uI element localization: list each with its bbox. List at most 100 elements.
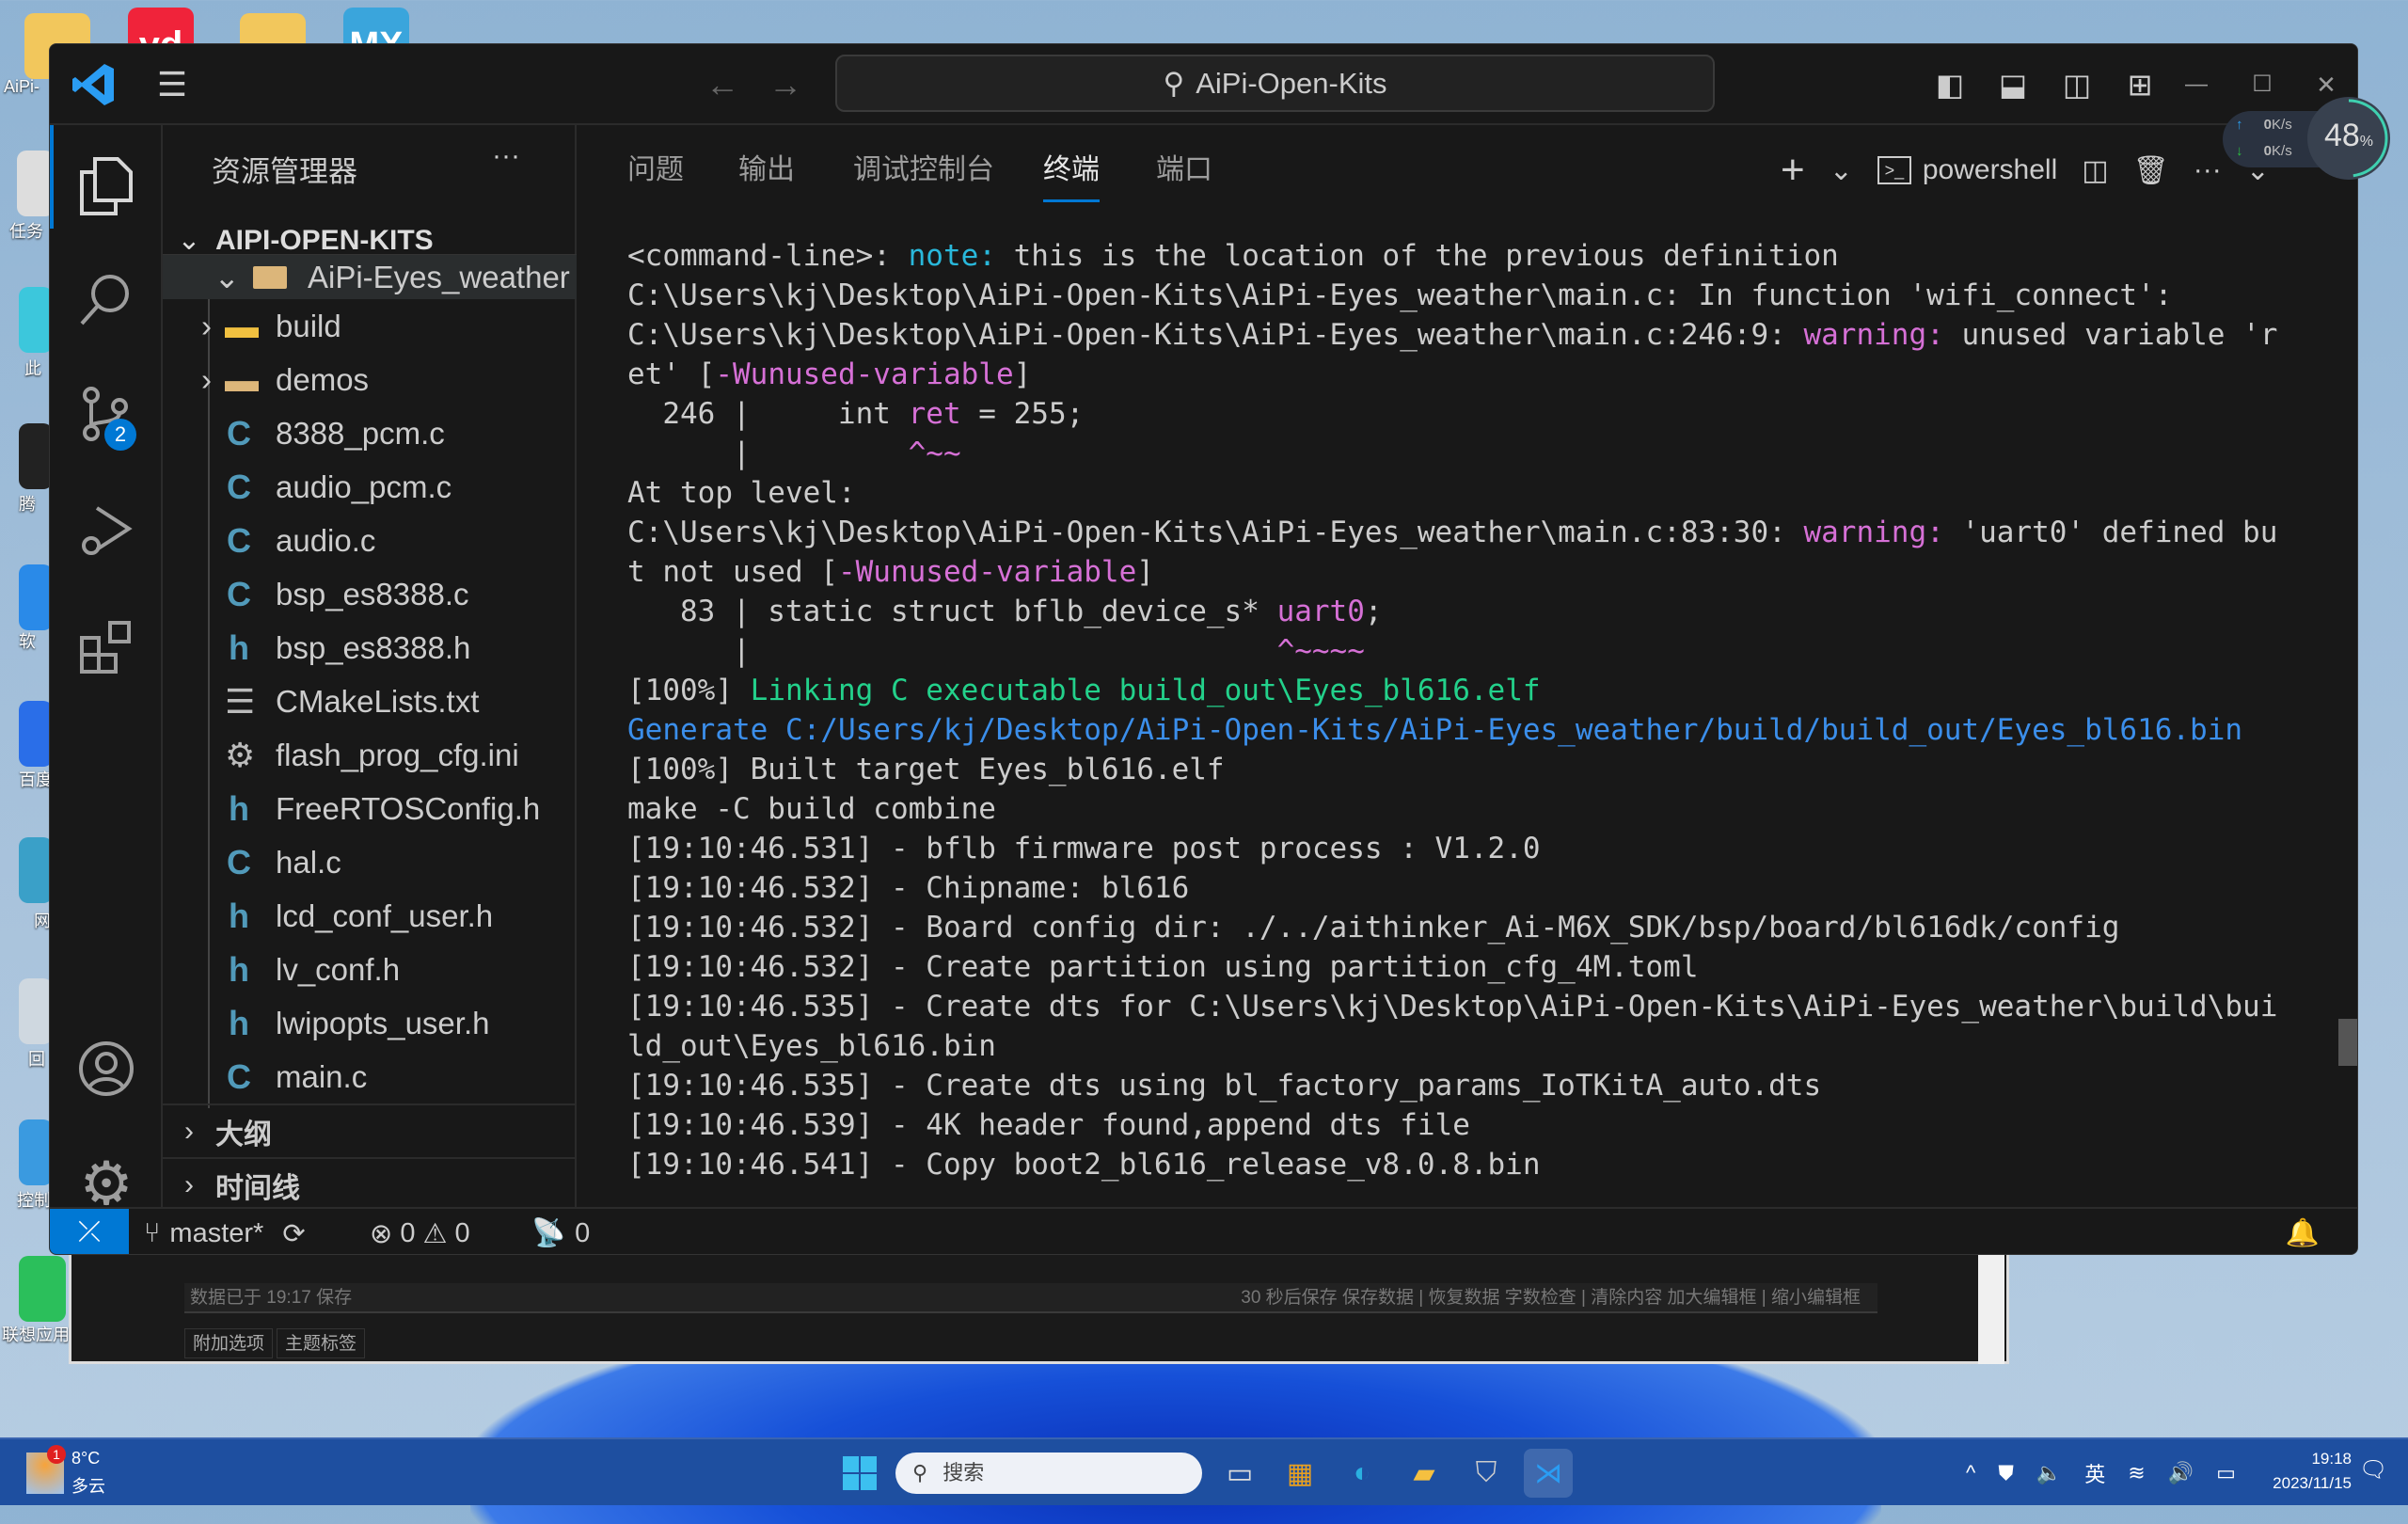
vscode-taskbar-icon[interactable]: ⋊ [1524,1449,1573,1498]
search-icon[interactable] [50,247,163,351]
remote-indicator-icon[interactable]: ⤫ [50,1209,129,1254]
file-item[interactable]: C 8388_pcm.c [163,406,577,460]
lenovo-app-icon[interactable] [19,1256,66,1322]
edge-icon[interactable]: ◐ [1338,1449,1386,1498]
branch-indicator[interactable]: ⑂ master* ⟳ [144,1209,306,1254]
terminal-line: <command-line>: note: this is the locati… [627,236,2277,276]
account-icon[interactable] [50,1017,163,1120]
back-arrow-icon[interactable]: ← [694,44,751,125]
customize-layout-icon[interactable]: ⊞ [2116,44,2163,125]
security-icon[interactable]: ⛊ [1998,1461,2014,1485]
more-actions-icon[interactable]: ··· [2194,154,2222,186]
chevron-right-icon: › [184,1115,194,1147]
source-control-icon[interactable]: 2 [50,362,163,466]
file-item[interactable]: Cmain.c [163,1050,577,1103]
timeline-section[interactable]: › 时间线 [163,1157,577,1211]
file-item[interactable]: h FreeRTOSConfig.h [163,782,577,835]
split-terminal-icon[interactable]: ◫ [2082,154,2108,187]
file-item[interactable]: › ▬ build [163,299,577,353]
tab-ports[interactable]: 端口 [1156,125,1212,215]
notifications-bell-icon[interactable]: 🔔 [2286,1209,2320,1254]
file-item[interactable]: Cbsp_es8388.c [163,567,577,621]
volume-muted-icon[interactable]: 🔈 [2036,1461,2062,1485]
c-file-icon: C [227,842,251,881]
terminal-text: 246 | int [627,397,909,431]
file-item[interactable]: Caudio_pcm.c [163,460,577,514]
task-view-icon[interactable]: ▭ [1215,1449,1264,1498]
chevron-up-icon[interactable]: ^ [1966,1461,1975,1485]
volume-icon[interactable]: 🔊 [2168,1461,2194,1485]
software-icon[interactable] [19,564,53,630]
run-debug-icon[interactable] [50,479,163,582]
editor-actions[interactable]: 30 秒后保存 保存数据 | 恢复数据 字数检查 | 清除内容 加大编辑框 | … [1241,1283,1861,1313]
network-icon[interactable] [19,837,53,903]
menu-icon[interactable]: ☰ [144,44,200,125]
toggle-sidebar-icon[interactable]: ◧ [1926,44,1973,125]
command-center-search[interactable]: ⚲ AiPi-Open-Kits [835,55,1715,112]
explorer-icon[interactable] [50,135,163,238]
new-terminal-icon[interactable]: + [1781,147,1805,194]
trash-icon[interactable]: 🗑 [2133,154,2169,187]
minimize-icon[interactable]: — [2178,44,2215,125]
desktop-icon-label: AiPi- [4,77,40,96]
toggle-secondary-sidebar-icon[interactable]: ◫ [2053,44,2100,125]
terminal-output[interactable]: <command-line>: note: this is the locati… [627,236,2277,1184]
terminal-text: ret [908,397,961,431]
wifi-icon[interactable]: ≋ [2128,1461,2145,1485]
terminal-shell-selector[interactable]: >_ powershell [1877,154,2057,186]
terminal-scrollbar-thumb[interactable] [2338,1019,2357,1066]
sync-icon[interactable]: ⟳ [282,1217,305,1250]
terminal-text: make -C build combine [627,792,996,826]
file-item[interactable]: h lcd_conf_user.h [163,889,577,943]
editor-save-bar: 数据已于 19:17 保存 30 秒后保存 保存数据 | 恢复数据 字数检查 |… [184,1283,1877,1313]
recycle-bin-icon[interactable] [19,978,53,1044]
tab-debug-console[interactable]: 调试控制台 [853,125,994,215]
file-item[interactable]: Caudio.c [163,514,577,567]
outline-section[interactable]: › 大纲 [163,1103,577,1157]
terminal-text: -Wunused-variable [715,357,1014,391]
terminal-line: 83 | static struct bflb_device_s* uart0; [627,592,2277,631]
store-icon[interactable]: ▦ [1275,1449,1324,1498]
ports-indicator[interactable]: 📡 0 [531,1209,590,1254]
toggle-panel-icon[interactable]: ⬓ [1989,44,2036,125]
file-item[interactable]: h lv_conf.h [163,943,577,996]
file-item[interactable]: Chal.c [163,835,577,889]
start-windows-icon[interactable] [835,1449,884,1498]
search-placeholder: 搜索 [943,1461,985,1484]
terminal-text: ^~~ [908,437,961,470]
qq-icon[interactable] [19,423,53,489]
folder-aipi-eyes-weather[interactable]: ⌄ AiPi-Eyes_weather [163,254,577,299]
tab-problems[interactable]: 问题 [627,125,684,215]
file-item[interactable]: ⚙ flash_prog_cfg.ini [163,728,577,782]
forward-arrow-icon[interactable]: → [757,44,814,125]
taskbar-search[interactable]: ⚲ 搜索 [895,1453,1202,1494]
explorer-more-icon[interactable]: ··· [492,140,520,172]
scrollbar[interactable] [1978,1255,2004,1364]
terminal-line: [19:10:46.541] - Copy boot2_bl616_releas… [627,1145,2277,1184]
tab-topic-tags[interactable]: 主题标签 [277,1328,366,1358]
download-speed: 0 [2263,143,2273,159]
terminal-line: Generate C:/Users/kj/Desktop/AiPi-Open-K… [627,710,2277,750]
file-item[interactable]: › ▬ demos [163,353,577,406]
tab-extra-options[interactable]: 附加选项 [184,1328,274,1358]
tab-terminal[interactable]: 终端 [1043,125,1100,215]
app-icon[interactable]: ⛉ [1462,1449,1511,1498]
baidu-icon[interactable] [19,701,53,767]
ime-indicator[interactable]: 英 [2084,1458,2105,1488]
chevron-down-icon[interactable]: ⌄ [1830,154,1853,187]
file-explorer-icon[interactable]: ▰ [1400,1449,1449,1498]
extensions-icon[interactable] [50,595,163,699]
warning-count: 0 [454,1217,470,1248]
tab-output[interactable]: 输出 [738,125,795,215]
control-panel-icon[interactable] [19,1119,53,1185]
file-item[interactable]: ☰ CMakeLists.txt [163,675,577,728]
file-item[interactable]: h lwipopts_user.h [163,996,577,1050]
this-pc-icon[interactable] [19,287,53,353]
file-item[interactable]: h bsp_es8388.h [163,621,577,675]
vscode-window: ☰ ← → ⚲ AiPi-Open-Kits ◧ ⬓ ◫ ⊞ — ☐ ✕ 2 ⚙ … [49,43,2358,1255]
problems-indicator[interactable]: ⊗ 0 ⚠ 0 [370,1209,470,1254]
notification-icon[interactable]: 🗨 [2359,1456,2387,1484]
clock[interactable]: 19:18 2023/11/15 [2248,1447,2352,1496]
cpu-usage-gauge[interactable]: 48% [2307,97,2390,180]
battery-icon[interactable]: ▭ [2216,1461,2236,1485]
